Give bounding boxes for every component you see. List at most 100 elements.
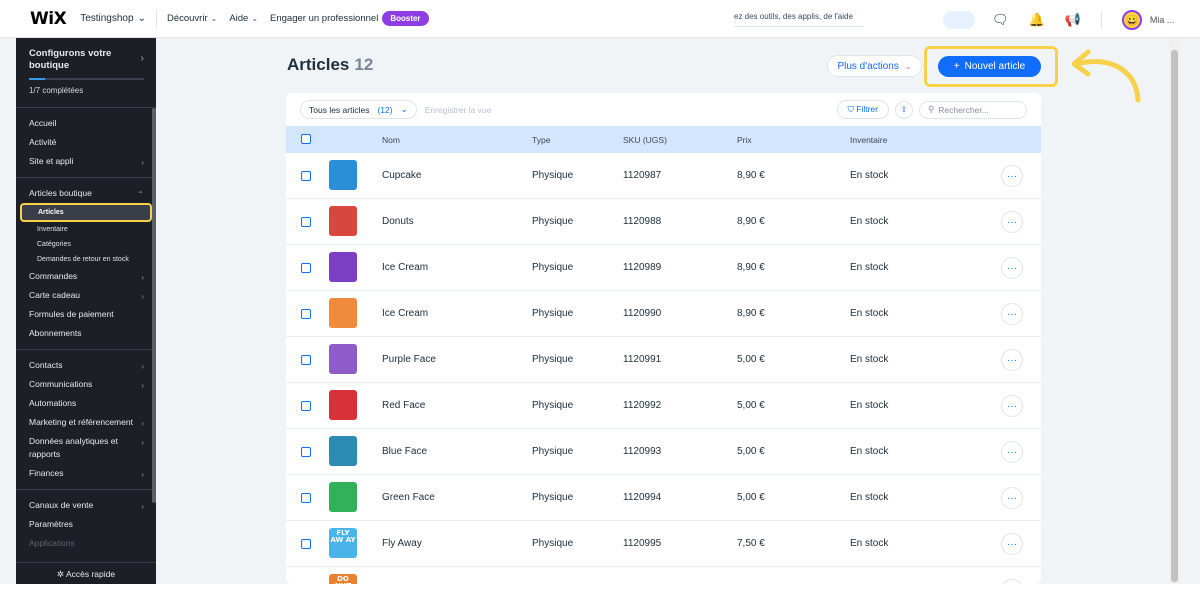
- table-row[interactable]: Ice Cream Physique 1120989 8,90 € En stock ··…: [286, 245, 1041, 291]
- sidebar-item-site-et-appli[interactable]: Site et appli ›: [16, 152, 156, 171]
- sidebar-item-abonnements[interactable]: Abonnements: [16, 324, 156, 343]
- column-header-nom[interactable]: Nom: [382, 135, 400, 145]
- cell-name[interactable]: Fly Away: [382, 538, 422, 549]
- row-more-actions-button[interactable]: ···: [1001, 349, 1023, 371]
- row-more-actions-button[interactable]: ···: [1001, 257, 1023, 279]
- sidebar-item-carte-cadeau[interactable]: Carte cadeau ›: [16, 286, 156, 305]
- product-thumbnail[interactable]: [329, 482, 357, 512]
- wix-logo[interactable]: WiX: [30, 9, 67, 29]
- chat-icon[interactable]: 🗨: [992, 12, 1009, 28]
- row-checkbox[interactable]: [301, 447, 311, 457]
- sidebar-item-canaux-de-vente[interactable]: Canaux de vente ›: [16, 496, 156, 515]
- sidebar-subitem-articles[interactable]: Articles: [20, 203, 152, 222]
- product-thumbnail[interactable]: [329, 298, 357, 328]
- top-nav-aide[interactable]: Aide ⌄: [229, 13, 258, 24]
- row-checkbox[interactable]: [301, 309, 311, 319]
- sidebar-item-contacts[interactable]: Contacts ›: [16, 356, 156, 375]
- top-pill-button[interactable]: [943, 11, 975, 29]
- sidebar-item-communications[interactable]: Communications ›: [16, 375, 156, 394]
- product-thumbnail[interactable]: [329, 436, 357, 466]
- table-row[interactable]: Red Face Physique 1120992 5,00 € En stock ···: [286, 383, 1041, 429]
- table-row[interactable]: DO NUT···: [286, 567, 1041, 584]
- row-checkbox[interactable]: [301, 539, 311, 549]
- product-thumbnail[interactable]: [329, 206, 357, 236]
- cell-name[interactable]: Red Face: [382, 400, 425, 411]
- sidebar-item-commandes[interactable]: Commandes ›: [16, 267, 156, 286]
- filter-button[interactable]: ⛉ Filtrer: [836, 100, 889, 119]
- row-more-actions-button[interactable]: ···: [1001, 211, 1023, 233]
- column-header-inventaire[interactable]: Inventaire: [850, 135, 887, 145]
- save-view-link[interactable]: Enregistrer la vue: [425, 105, 492, 115]
- setup-panel[interactable]: Configurons votre boutique › 1/7 complét…: [16, 38, 156, 95]
- sidebar-item-accueil[interactable]: Accueil: [16, 114, 156, 133]
- cell-name[interactable]: Blue Face: [382, 446, 427, 457]
- top-nav-label: Découvrir: [166, 13, 208, 24]
- sidebar-item-marketing-et-referencement[interactable]: Marketing et référencement ›: [16, 413, 156, 432]
- cell-name[interactable]: Ice Cream: [382, 308, 428, 319]
- row-checkbox[interactable]: [301, 171, 311, 181]
- product-thumbnail[interactable]: DO NUT: [329, 574, 357, 584]
- product-thumbnail[interactable]: [329, 252, 357, 282]
- row-more-actions-button[interactable]: ···: [1001, 395, 1023, 417]
- row-checkbox[interactable]: [301, 217, 311, 227]
- table-row[interactable]: Ice Cream Physique 1120990 8,90 € En stock ··…: [286, 291, 1041, 337]
- cell-name[interactable]: Donuts: [382, 216, 414, 227]
- cell-name[interactable]: Purple Face: [382, 354, 436, 365]
- table-row[interactable]: Cupcake Physique 1120987 8,90 € En stock ···: [286, 153, 1041, 199]
- top-nav-engager-un-professionnel[interactable]: Engager un professionnel: [270, 13, 378, 24]
- row-checkbox[interactable]: [301, 263, 311, 273]
- sidebar-subitem-categories[interactable]: Catégories: [16, 237, 156, 252]
- sidebar-item-automations[interactable]: Automations: [16, 394, 156, 413]
- row-more-actions-button[interactable]: ···: [1001, 441, 1023, 463]
- sidebar-item-finances[interactable]: Finances ›: [16, 464, 156, 483]
- column-header-sku-ugs[interactable]: SKU (UGS): [623, 135, 667, 145]
- sidebar-scrollbar[interactable]: [152, 108, 156, 503]
- row-checkbox[interactable]: [301, 355, 311, 365]
- table-row[interactable]: Purple Face Physique 1120991 5,00 € En stock…: [286, 337, 1041, 383]
- row-more-actions-button[interactable]: ···: [1001, 533, 1023, 555]
- table-row[interactable]: Blue Face Physique 1120993 5,00 € En stock ··…: [286, 429, 1041, 475]
- top-nav-decouvrir[interactable]: Découvrir ⌄: [167, 13, 217, 24]
- site-switcher[interactable]: Testingshop ⌄: [80, 13, 146, 24]
- sidebar-item-formules-de-paiement[interactable]: Formules de paiement: [16, 305, 156, 324]
- bell-icon[interactable]: 🔔: [1029, 12, 1045, 28]
- sidebar-subitem-demandes-de-retour-en-stock[interactable]: Demandes de retour en stock: [16, 252, 156, 267]
- product-thumbnail[interactable]: FLY AW AY: [329, 528, 357, 558]
- row-checkbox[interactable]: [301, 401, 311, 411]
- column-header-type[interactable]: Type: [532, 135, 550, 145]
- page-scrollbar[interactable]: [1169, 38, 1180, 584]
- sidebar-item-parametres[interactable]: Paramètres: [16, 515, 156, 534]
- table-row[interactable]: Donuts Physique 1120988 8,90 € En stock ···: [286, 199, 1041, 245]
- more-actions-button[interactable]: Plus d'actions ⌄: [827, 55, 922, 77]
- avatar[interactable]: 😀: [1121, 10, 1142, 30]
- column-header-prix[interactable]: Prix: [737, 135, 752, 145]
- search-input[interactable]: ⚲ Rechercher...: [919, 100, 1027, 119]
- cell-name[interactable]: Ice Cream: [382, 262, 428, 273]
- table-row[interactable]: Green Face Physique 1120994 5,00 € En stock ·…: [286, 475, 1041, 521]
- booster-badge[interactable]: Booster: [382, 11, 429, 26]
- row-checkbox[interactable]: [301, 493, 311, 503]
- product-thumbnail[interactable]: [329, 344, 357, 374]
- sidebar-item-applications[interactable]: Applications: [16, 534, 156, 553]
- export-button[interactable]: ⇧: [895, 100, 913, 119]
- product-thumbnail[interactable]: [329, 390, 357, 420]
- row-more-actions-button[interactable]: ···: [1001, 165, 1023, 187]
- view-selector[interactable]: Tous les articles (12) ⌄: [300, 100, 417, 119]
- user-name[interactable]: Mia ...: [1150, 15, 1175, 25]
- select-all-checkbox[interactable]: [301, 134, 311, 144]
- table-row[interactable]: FLY AW AY Fly Away Physique 1120995 7,50 € En…: [286, 521, 1041, 567]
- megaphone-icon[interactable]: 📢: [1065, 12, 1081, 28]
- page-title-text: Articles: [287, 55, 350, 74]
- product-thumbnail[interactable]: [329, 160, 357, 190]
- sidebar-item-donnees-analytiques-et-rapports[interactable]: Données analytiques et rapports ›: [16, 432, 156, 464]
- scrollbar-thumb[interactable]: [1171, 50, 1178, 582]
- row-more-actions-button[interactable]: ···: [1001, 487, 1023, 509]
- sidebar-item-activite[interactable]: Activité: [16, 133, 156, 152]
- sidebar-item-store-products[interactable]: Articles boutique ⌃: [16, 184, 156, 203]
- cell-name[interactable]: Cupcake: [382, 170, 421, 181]
- quick-access-button[interactable]: ✲ Accès rapide: [16, 562, 156, 584]
- cell-name[interactable]: Green Face: [382, 492, 435, 503]
- row-more-actions-button[interactable]: ···: [1001, 303, 1023, 325]
- global-search-input[interactable]: ez des outils, des applis, de l'aide: [734, 12, 864, 27]
- sidebar-subitem-inventaire[interactable]: Inventaire: [16, 222, 156, 237]
